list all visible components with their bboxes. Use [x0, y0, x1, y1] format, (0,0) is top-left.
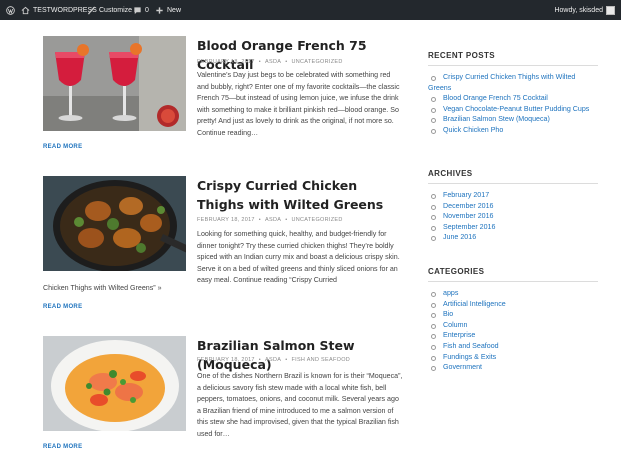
- post-excerpt: One of the dishes Northern Brazil is kno…: [197, 372, 403, 438]
- category-link[interactable]: Fundings & Exits: [428, 352, 598, 363]
- read-more-link[interactable]: READ MORE: [43, 444, 82, 450]
- post-excerpt: Looking for something quick, healthy, an…: [197, 230, 400, 285]
- recent-posts-widget: RECENT POSTS Crispy Curried Chicken Thig…: [428, 51, 598, 136]
- comments-link[interactable]: 0: [133, 0, 149, 20]
- admin-bar: TESTWORDPRESS Customize 0 New Howdy, ski…: [0, 0, 621, 20]
- archive-link[interactable]: November 2016: [428, 211, 598, 222]
- post-author[interactable]: ASDA: [265, 59, 281, 65]
- category-link[interactable]: Fish and Seafood: [428, 341, 598, 352]
- archives-widget: ARCHIVES February 2017 December 2016 Nov…: [428, 169, 598, 243]
- post-excerpt: Valentine’s Day just begs to be celebrat…: [197, 71, 400, 137]
- recent-post-link[interactable]: Brazilian Salmon Stew (Moqueca): [428, 114, 598, 125]
- archive-link[interactable]: December 2016: [428, 201, 598, 212]
- post-thumbnail[interactable]: [43, 336, 186, 431]
- widget-title: CATEGORIES: [428, 267, 598, 282]
- home-icon: [21, 6, 30, 14]
- recent-post-link[interactable]: Blood Orange French 75 Cocktail: [428, 93, 598, 104]
- category-link[interactable]: Artificial Intelligence: [428, 299, 598, 310]
- category-link[interactable]: Enterprise: [428, 330, 598, 341]
- recent-post-link[interactable]: Vegan Chocolate-Peanut Butter Pudding Cu…: [428, 104, 598, 115]
- post-thumbnail[interactable]: [43, 36, 186, 131]
- category-link[interactable]: Government: [428, 362, 598, 373]
- archive-link[interactable]: September 2016: [428, 222, 598, 233]
- post-title[interactable]: Blood Orange French 75 Cocktail: [197, 36, 407, 74]
- archive-link[interactable]: June 2016: [428, 232, 598, 243]
- post-category[interactable]: FISH AND SEAFOOD: [291, 357, 350, 363]
- categories-widget: CATEGORIES apps Artificial Intelligence …: [428, 267, 598, 373]
- brush-icon: [87, 5, 96, 15]
- account-menu[interactable]: Howdy, skisded: [554, 0, 615, 20]
- recent-post-link[interactable]: Quick Chicken Pho: [428, 125, 598, 136]
- post-meta: FEBRUARY 18, 2017 • ASDA • UNCATEGORIZED: [197, 217, 343, 223]
- post-date[interactable]: FEBRUARY 18, 2017: [197, 217, 255, 223]
- cocktail-image: [43, 36, 186, 131]
- post-date[interactable]: FEBRUARY 18, 2017: [197, 59, 255, 65]
- post-category[interactable]: UNCATEGORIZED: [291, 217, 342, 223]
- widget-title: ARCHIVES: [428, 169, 598, 184]
- post-date[interactable]: FEBRUARY 18, 2017: [197, 357, 255, 363]
- read-more-link[interactable]: READ MORE: [43, 304, 82, 310]
- post-meta: FEBRUARY 18, 2017 • ASDA • FISH AND SEAFOOD: [197, 357, 351, 363]
- categories-list: apps Artificial Intelligence Bio Column …: [428, 288, 598, 373]
- wordpress-logo-button[interactable]: [6, 0, 15, 20]
- recent-post-link[interactable]: Crispy Curried Chicken Thighs with Wilte…: [428, 72, 598, 93]
- avatar: [606, 5, 615, 15]
- archive-link[interactable]: February 2017: [428, 190, 598, 201]
- post-thumbnail[interactable]: [43, 176, 186, 271]
- category-link[interactable]: Column: [428, 320, 598, 331]
- site-name-link[interactable]: TESTWORDPRESS: [21, 0, 97, 20]
- howdy-text: Howdy, skisded: [554, 6, 603, 14]
- curried-chicken-image: [43, 176, 186, 271]
- new-content-link[interactable]: New: [155, 0, 181, 20]
- post-excerpt-continued: Chicken Thighs with Wilted Greens” »: [43, 284, 162, 292]
- plus-icon: [156, 6, 163, 14]
- wordpress-logo-icon: [6, 5, 15, 15]
- recent-posts-list: Crispy Curried Chicken Thighs with Wilte…: [428, 72, 598, 136]
- post-author[interactable]: ASDA: [265, 217, 281, 223]
- comments-count: 0: [145, 6, 149, 14]
- post-category[interactable]: UNCATEGORIZED: [291, 59, 342, 65]
- post-title[interactable]: Brazilian Salmon Stew (Moqueca): [197, 336, 407, 374]
- new-label: New: [167, 6, 182, 14]
- category-link[interactable]: apps: [428, 288, 598, 299]
- salmon-stew-image: [43, 336, 186, 431]
- archives-list: February 2017 December 2016 November 201…: [428, 190, 598, 243]
- customize-link[interactable]: Customize: [87, 0, 132, 20]
- post-title[interactable]: Crispy Curried Chicken Thighs with Wilte…: [197, 176, 407, 214]
- widget-title: RECENT POSTS: [428, 51, 598, 66]
- post-author[interactable]: ASDA: [265, 357, 281, 363]
- customize-label: Customize: [99, 6, 133, 14]
- read-more-link[interactable]: READ MORE: [43, 144, 82, 150]
- post-meta: FEBRUARY 18, 2017 • ASDA • UNCATEGORIZED: [197, 59, 343, 65]
- comment-icon: [134, 6, 141, 14]
- category-link[interactable]: Bio: [428, 309, 598, 320]
